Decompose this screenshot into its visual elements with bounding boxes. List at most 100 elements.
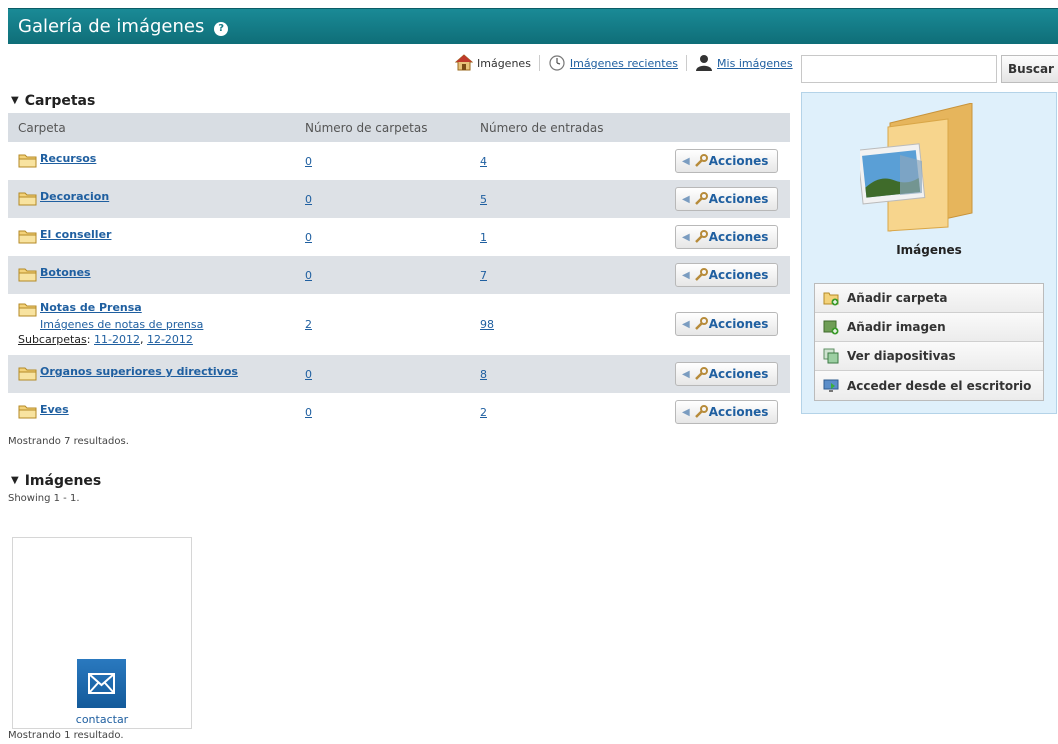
folders-section-header[interactable]: ▼ Carpetas — [11, 93, 95, 109]
folder-icon — [18, 367, 37, 381]
actions-label: Acciones — [708, 154, 769, 168]
entry-count-link[interactable]: 98 — [480, 318, 494, 331]
entry-count-link[interactable]: 7 — [480, 269, 487, 282]
image-caption[interactable]: contactar — [13, 713, 191, 726]
collapse-triangle-icon: ▼ — [11, 475, 19, 486]
add-folder-icon — [823, 292, 839, 306]
portlet-title-bar: Galería de imágenes ? — [8, 8, 1058, 44]
add-folder-menu-item[interactable]: Añadir carpeta — [815, 284, 1043, 313]
slideshow-icon — [823, 348, 839, 364]
menu-item-label: Ver diapositivas — [847, 349, 956, 363]
actions-button[interactable]: ◀ Acciones — [675, 362, 778, 386]
nav-recent-link[interactable]: Imágenes recientes — [570, 57, 678, 70]
table-row: El conseller 0 1 ◀ Acciones — [8, 218, 790, 256]
help-icon[interactable]: ? — [214, 22, 229, 36]
folder-description[interactable]: Imágenes de notas de prensa — [40, 318, 203, 331]
folder-icon — [18, 192, 37, 206]
folder-link[interactable]: Notas de Prensa — [40, 301, 142, 314]
page-title: Galería de imágenes ? — [18, 16, 229, 37]
folder-count-link[interactable]: 0 — [305, 155, 312, 168]
entry-count-link[interactable]: 5 — [480, 193, 487, 206]
folder-link[interactable]: El conseller — [40, 228, 111, 241]
chevron-left-icon: ◀ — [682, 269, 690, 281]
table-header: Carpeta Número de carpetas Número de ent… — [8, 113, 790, 142]
folder-icon — [18, 268, 37, 282]
chevron-left-icon: ◀ — [682, 231, 690, 243]
actions-label: Acciones — [708, 230, 769, 244]
table-row: Notas de Prensa Imágenes de notas de pre… — [8, 294, 790, 355]
images-showing-text: Showing 1 - 1. — [8, 493, 80, 504]
menu-item-label: Añadir carpeta — [847, 291, 948, 305]
user-icon — [696, 55, 713, 71]
folder-count-link[interactable]: 0 — [305, 193, 312, 206]
folder-count-link[interactable]: 0 — [305, 231, 312, 244]
actions-button[interactable]: ◀ Acciones — [675, 312, 778, 336]
actions-button[interactable]: ◀ Acciones — [675, 263, 778, 287]
wrench-icon — [694, 154, 708, 167]
panel-title: Imágenes — [896, 243, 962, 257]
subfolder-link[interactable]: 11-2012 — [94, 333, 140, 346]
folder-icon — [18, 230, 37, 244]
panel-actions-menu: Añadir carpeta Añadir imagen Ver diaposi… — [814, 283, 1044, 401]
folder-count-link[interactable]: 0 — [305, 368, 312, 381]
actions-button[interactable]: ◀ Acciones — [675, 225, 778, 249]
entry-count-link[interactable]: 2 — [480, 406, 487, 419]
subfolder-link[interactable]: 12-2012 — [147, 333, 193, 346]
folders-section-title: Carpetas — [24, 93, 96, 109]
wrench-icon — [694, 317, 708, 330]
folders-table: Carpeta Número de carpetas Número de ent… — [8, 113, 790, 431]
nav-mine[interactable]: Mis imágenes — [695, 54, 793, 72]
nav-home-label: Imágenes — [477, 56, 531, 70]
subfolders-line: Subcarpetas: 11-2012, 12-2012 — [18, 333, 193, 346]
actions-button[interactable]: ◀ Acciones — [675, 149, 778, 173]
chevron-left-icon: ◀ — [682, 368, 690, 380]
chevron-left-icon: ◀ — [682, 193, 690, 205]
folder-link[interactable]: Recursos — [40, 152, 96, 165]
envelope-icon — [77, 659, 126, 708]
images-section-header[interactable]: ▼ Imágenes — [11, 473, 101, 489]
folder-count-link[interactable]: 2 — [305, 318, 312, 331]
chevron-left-icon: ◀ — [682, 318, 690, 330]
nav-recent[interactable]: Imágenes recientes — [548, 54, 678, 72]
add-image-icon — [823, 320, 839, 335]
desktop-access-menu-item[interactable]: Acceder desde el escritorio — [815, 371, 1043, 400]
search-input[interactable] — [801, 55, 997, 83]
wrench-icon — [694, 367, 708, 380]
entry-count-link[interactable]: 4 — [480, 155, 487, 168]
actions-button[interactable]: ◀ Acciones — [675, 400, 778, 424]
folder-link[interactable]: Decoracion — [40, 190, 109, 203]
wrench-icon — [694, 405, 708, 418]
nav-divider — [538, 55, 540, 71]
folder-link[interactable]: Botones — [40, 266, 91, 279]
actions-button[interactable]: ◀ Acciones — [675, 187, 778, 211]
image-thumbnail[interactable]: contactar — [12, 537, 192, 729]
table-row: Botones 0 7 ◀ Acciones — [8, 256, 790, 294]
actions-label: Acciones — [708, 367, 769, 381]
folder-link[interactable]: Eves — [40, 403, 69, 416]
add-image-menu-item[interactable]: Añadir imagen — [815, 313, 1043, 342]
entry-count-link[interactable]: 8 — [480, 368, 487, 381]
home-icon — [455, 54, 473, 71]
column-header-folder-count: Número de carpetas — [305, 121, 428, 135]
actions-label: Acciones — [708, 317, 769, 331]
actions-label: Acciones — [708, 192, 769, 206]
column-header-entry-count: Número de entradas — [480, 121, 604, 135]
entry-count-link[interactable]: 1 — [480, 231, 487, 244]
actions-label: Acciones — [708, 405, 769, 419]
folder-count-link[interactable]: 0 — [305, 269, 312, 282]
envelope-glyph — [88, 673, 115, 694]
subfolders-label: Subcarpetas — [18, 333, 87, 346]
folder-count-link[interactable]: 0 — [305, 406, 312, 419]
folder-icon — [18, 405, 37, 419]
top-navigation: Imágenes Imágenes recientes Mis imágenes — [455, 54, 793, 72]
folder-link[interactable]: Organos superiores y directivos — [40, 365, 238, 378]
wrench-icon — [694, 230, 708, 243]
nav-mine-link[interactable]: Mis imágenes — [717, 57, 793, 70]
folder-icon — [18, 154, 37, 168]
collapse-triangle-icon: ▼ — [11, 95, 19, 106]
nav-home[interactable]: Imágenes — [455, 54, 531, 72]
slideshow-menu-item[interactable]: Ver diapositivas — [815, 342, 1043, 371]
nav-divider — [686, 55, 688, 71]
search-button[interactable]: Buscar — [1001, 55, 1058, 83]
table-row: Eves 0 2 ◀ Acciones — [8, 393, 790, 431]
